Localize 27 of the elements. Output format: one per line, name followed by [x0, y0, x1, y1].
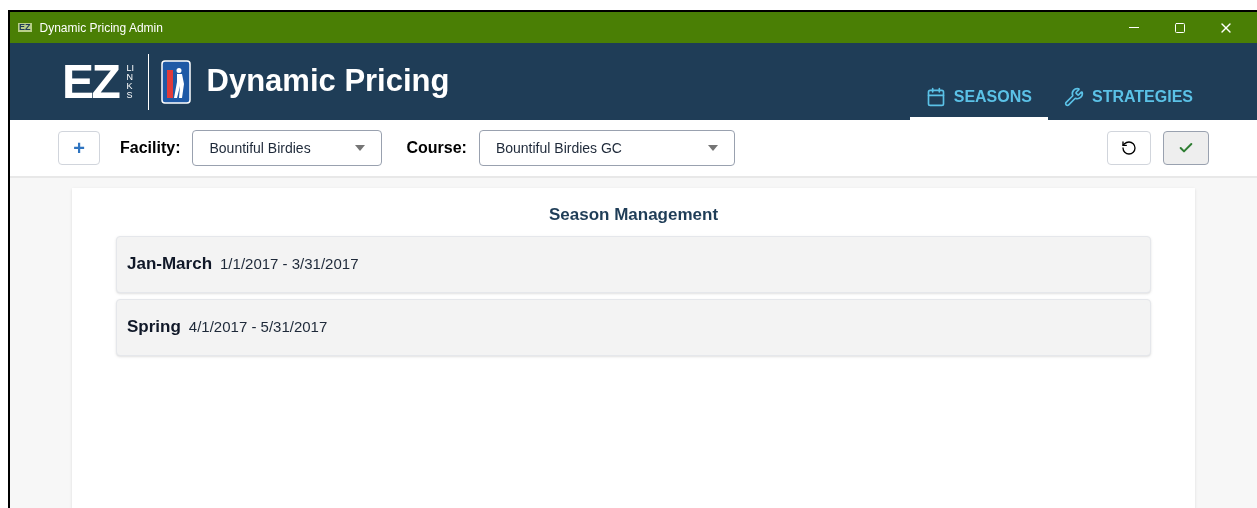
- calendar-icon: [925, 86, 946, 107]
- dropdown-caret-icon: [355, 145, 366, 151]
- facility-label: Facility:: [120, 138, 181, 158]
- logo-text: EZ: [62, 57, 119, 106]
- season-dates: 4/1/2017 - 5/31/2017: [188, 316, 328, 337]
- window-title: Dynamic Pricing Admin: [39, 19, 163, 37]
- minimize-icon: [1129, 27, 1139, 28]
- app-icon: EZ: [18, 23, 32, 32]
- wrench-icon: [1063, 86, 1084, 107]
- dropdown-caret-icon: [707, 145, 718, 151]
- season-name: Jan-March: [127, 253, 213, 276]
- reset-icon: [1121, 140, 1137, 156]
- facility-dropdown[interactable]: Bountiful Birdies: [192, 130, 383, 166]
- section-title: Season Management: [547, 204, 720, 226]
- season-row[interactable]: Spring 4/1/2017 - 5/31/2017: [116, 298, 1151, 356]
- nav-tab[interactable]: STRATEGIES: [1047, 76, 1209, 120]
- season-row[interactable]: Jan-March 1/1/2017 - 3/31/2017: [116, 235, 1151, 293]
- maximize-icon: [1174, 21, 1186, 34]
- reset-button[interactable]: [1107, 131, 1151, 165]
- course-label: Course:: [406, 138, 467, 158]
- golfer-badge-icon: [160, 59, 191, 104]
- logo-subtext: LINKS: [126, 63, 136, 100]
- season-name: Spring: [127, 316, 181, 339]
- add-button[interactable]: +: [58, 131, 100, 165]
- course-dropdown[interactable]: Bountiful Birdies GC: [478, 130, 735, 166]
- app-title: Dynamic Pricing: [206, 62, 450, 101]
- season-dates: 1/1/2017 - 3/31/2017: [220, 253, 359, 274]
